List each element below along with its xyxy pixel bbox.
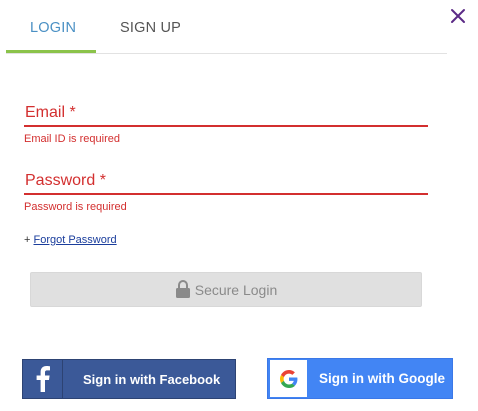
password-label: Password * bbox=[25, 172, 106, 189]
facebook-icon bbox=[23, 360, 63, 398]
facebook-signin-button[interactable]: Sign in with Facebook bbox=[22, 359, 236, 399]
tab-signup[interactable]: SIGN UP bbox=[120, 20, 181, 36]
email-label: Email * bbox=[25, 104, 76, 121]
secure-login-button[interactable]: Secure Login bbox=[30, 272, 422, 307]
forgot-password-link[interactable]: Forgot Password bbox=[33, 234, 116, 246]
google-signin-button[interactable]: Sign in with Google bbox=[267, 358, 453, 399]
email-error: Email ID is required bbox=[24, 133, 120, 145]
auth-tabs: LOGIN SIGN UP bbox=[6, 0, 447, 54]
forgot-password-row: + Forgot Password bbox=[24, 234, 117, 246]
email-field[interactable]: Email * Email ID is required bbox=[24, 100, 428, 150]
active-tab-indicator bbox=[6, 50, 96, 53]
facebook-signin-label: Sign in with Facebook bbox=[83, 371, 221, 387]
google-signin-label: Sign in with Google bbox=[319, 371, 445, 386]
tab-login[interactable]: LOGIN bbox=[30, 20, 76, 36]
password-error: Password is required bbox=[24, 201, 127, 213]
lock-icon bbox=[175, 279, 190, 298]
google-icon bbox=[270, 360, 307, 397]
password-underline bbox=[24, 193, 428, 195]
email-underline bbox=[24, 125, 428, 127]
close-icon[interactable] bbox=[449, 7, 467, 25]
secure-login-label: Secure Login bbox=[194, 281, 278, 298]
password-field[interactable]: Password * Password is required bbox=[24, 168, 428, 218]
